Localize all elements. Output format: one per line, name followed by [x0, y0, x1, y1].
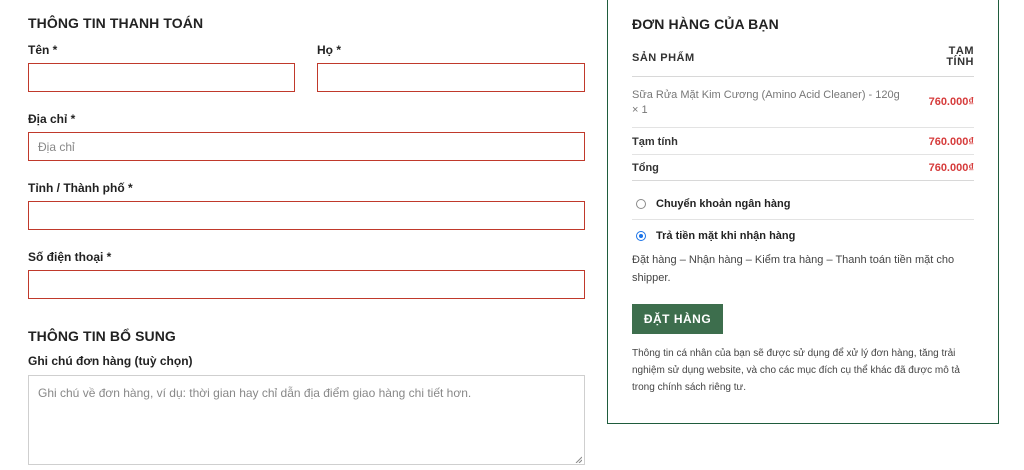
order-notes-textarea[interactable]	[28, 375, 585, 465]
address-input[interactable]	[28, 132, 585, 161]
payment-cod-description: Đặt hàng – Nhận hàng – Kiểm tra hàng – T…	[632, 254, 955, 284]
divider	[632, 154, 974, 155]
total-value: 760.000₫	[928, 162, 974, 174]
last-name-label: Họ *	[317, 43, 341, 57]
payment-bank-radio[interactable]	[636, 199, 646, 209]
subtotal-label: Tạm tính	[632, 136, 678, 148]
payment-bank-label[interactable]: Chuyển khoản ngân hàng	[656, 198, 790, 210]
divider	[632, 219, 974, 220]
item-price: 760.000₫	[928, 96, 974, 108]
item-name-text: Sữa Rửa Mặt Kim Cương (Amino Acid Cleane…	[632, 89, 900, 101]
city-label: Tỉnh / Thành phố *	[28, 181, 133, 195]
column-subtotal-line2: TÍNH	[946, 56, 974, 68]
divider	[632, 127, 974, 128]
order-notes-label: Ghi chú đơn hàng (tuỳ chọn)	[28, 354, 193, 368]
billing-title: THÔNG TIN THANH TOÁN	[28, 15, 204, 31]
phone-label: Số điện thoại *	[28, 250, 112, 264]
item-qty-text: × 1	[632, 104, 648, 116]
resize-grip-icon[interactable]	[575, 456, 582, 463]
total-label: Tổng	[632, 162, 659, 174]
last-name-input[interactable]	[317, 63, 585, 92]
column-product-header: SẢN PHẨM	[632, 52, 695, 64]
order-title: ĐƠN HÀNG CỦA BẠN	[632, 16, 779, 32]
place-order-button[interactable]: ĐẶT HÀNG	[632, 304, 723, 334]
privacy-notice: Thông tin cá nhân của bạn sẽ được sử dụn…	[632, 348, 960, 393]
address-label: Địa chỉ *	[28, 112, 76, 126]
payment-cod-radio[interactable]	[636, 231, 646, 241]
divider	[632, 76, 974, 77]
first-name-input[interactable]	[28, 63, 295, 92]
city-input[interactable]	[28, 201, 585, 230]
first-name-label: Tên *	[28, 43, 58, 57]
phone-input[interactable]	[28, 270, 585, 299]
order-item-name: Sữa Rửa Mặt Kim Cương (Amino Acid Cleane…	[632, 88, 902, 118]
divider	[632, 180, 974, 181]
subtotal-value: 760.000₫	[928, 136, 974, 148]
payment-cod-label[interactable]: Trả tiền mặt khi nhận hàng	[656, 230, 795, 242]
column-subtotal-header: TẠM TÍNH	[933, 46, 974, 68]
order-summary-panel: ĐƠN HÀNG CỦA BẠN SẢN PHẨM TẠM TÍNH Sữa R…	[607, 0, 999, 424]
additional-title: THÔNG TIN BỔ SUNG	[28, 328, 176, 344]
